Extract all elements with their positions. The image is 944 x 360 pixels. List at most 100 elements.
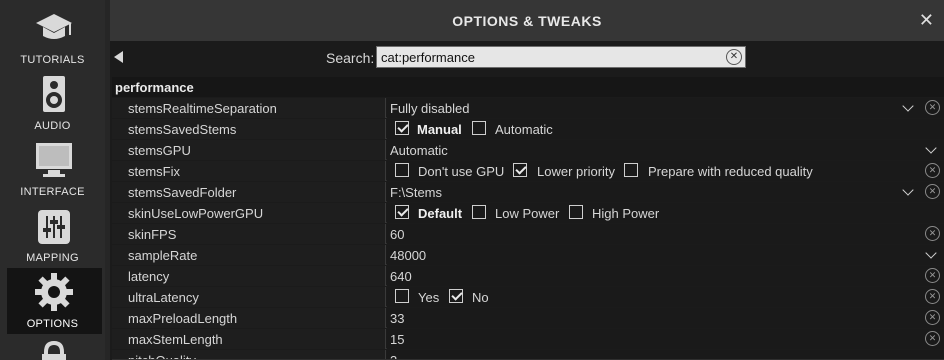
setting-value-cell[interactable]: F:\Stems ✕ [387, 182, 944, 202]
reset-icon[interactable]: ✕ [925, 289, 940, 304]
setting-name: stemsRealtimeSeparation [128, 101, 277, 116]
sidebar-item-interface[interactable]: INTERFACE [0, 136, 105, 200]
chevron-down-icon[interactable] [925, 247, 937, 259]
window-title: OPTIONS & TWEAKS [452, 13, 602, 29]
setting-value: 33 [390, 311, 405, 326]
setting-name-cell: skinUseLowPowerGPU [112, 203, 386, 223]
setting-value: 15 [390, 332, 405, 347]
table-row[interactable]: stemsFix Don't use GPU Lower priority Pr… [112, 161, 944, 181]
sliders-icon [38, 210, 70, 244]
table-row[interactable]: skinUseLowPowerGPU Default Low Power Hig… [112, 203, 944, 223]
setting-name: sampleRate [128, 248, 198, 263]
setting-name-cell: maxPreloadLength [112, 308, 386, 328]
setting-value-cell[interactable]: 60 ✕ [387, 224, 944, 244]
setting-name-cell: stemsFix [112, 161, 386, 181]
table-row[interactable]: ultraLatency Yes No ✕ [112, 287, 944, 307]
search-input[interactable] [381, 49, 711, 65]
reset-icon[interactable]: ✕ [925, 310, 940, 325]
checkbox-label: Yes [418, 290, 440, 305]
setting-value-cell[interactable]: 48000 [387, 245, 944, 265]
checkbox-no[interactable] [449, 289, 463, 303]
setting-value-cell[interactable]: 33 ✕ [387, 308, 944, 328]
options-panel: OPTIONS & TWEAKS ✕ Search: ✕ performance… [110, 0, 944, 360]
checkbox-reduced-quality[interactable] [624, 163, 638, 177]
setting-name-cell: maxStemLength [112, 329, 386, 349]
setting-value-cell[interactable]: 3 [387, 350, 944, 359]
table-row[interactable]: stemsSavedStems Manual Automatic [112, 119, 944, 139]
reset-icon[interactable]: ✕ [925, 163, 940, 178]
chevron-down-icon[interactable] [902, 184, 914, 196]
speaker-icon [43, 76, 65, 112]
setting-value: 3 [390, 353, 397, 359]
sidebar-item-options[interactable]: OPTIONS [7, 268, 102, 334]
setting-value-cell[interactable]: 640 ✕ [387, 266, 944, 286]
checkbox-manual[interactable] [395, 121, 409, 135]
setting-value-cell: Default Low Power High Power [387, 203, 944, 223]
setting-name-cell: stemsSavedFolder [112, 182, 386, 202]
setting-name: stemsGPU [128, 143, 191, 158]
setting-value: Automatic [390, 143, 448, 158]
checkbox-default[interactable] [395, 205, 409, 219]
reset-icon[interactable]: ✕ [925, 331, 940, 346]
sidebar-item-label: MAPPING [26, 252, 79, 264]
table-row[interactable]: maxStemLength 15 ✕ [112, 329, 944, 349]
search-box: ✕ [376, 46, 746, 68]
setting-name: latency [128, 269, 170, 284]
setting-name-cell: stemsRealtimeSeparation [112, 98, 386, 118]
sidebar-item-tutorials[interactable]: TUTORIALS [0, 0, 105, 66]
reset-icon[interactable]: ✕ [925, 100, 940, 115]
back-arrow-icon[interactable] [114, 51, 123, 63]
checkbox-automatic[interactable] [472, 121, 486, 135]
setting-value-cell[interactable]: 15 ✕ [387, 329, 944, 349]
table-row[interactable]: sampleRate 48000 [112, 245, 944, 265]
checkbox-label: Default [418, 206, 463, 221]
gear-icon [35, 273, 73, 311]
sidebar-item-audio[interactable]: AUDIO [0, 70, 105, 134]
checkbox-yes[interactable] [395, 289, 409, 303]
setting-value: 60 [390, 227, 405, 242]
lock-icon [42, 340, 66, 360]
table-row[interactable]: latency 640 ✕ [112, 266, 944, 286]
checkbox-low-power[interactable] [472, 205, 486, 219]
table-row[interactable]: maxPreloadLength 33 ✕ [112, 308, 944, 328]
reset-icon[interactable]: ✕ [925, 226, 940, 241]
table-row[interactable]: stemsSavedFolder F:\Stems ✕ [112, 182, 944, 202]
setting-name: skinFPS [128, 227, 177, 242]
table-row[interactable]: stemsRealtimeSeparation Fully disabled ✕ [112, 98, 944, 118]
setting-value-cell: Don't use GPU Lower priority Prepare wit… [387, 161, 944, 181]
close-icon[interactable]: ✕ [919, 10, 934, 31]
table-row[interactable]: pitchQuality 3 [112, 350, 944, 360]
setting-name-cell: sampleRate [112, 245, 386, 265]
setting-name-cell: stemsGPU [112, 140, 386, 160]
group-name: performance [115, 80, 194, 95]
checkbox-label: Don't use GPU [418, 164, 505, 179]
setting-value-cell[interactable]: Automatic [387, 140, 944, 160]
search-label: Search: [326, 50, 375, 66]
checkbox-label: No [472, 290, 489, 305]
setting-name: stemsFix [128, 164, 180, 179]
setting-name-cell: stemsSavedStems [112, 119, 386, 139]
setting-name-cell: pitchQuality [112, 350, 386, 359]
search-clear-icon[interactable]: ✕ [726, 49, 742, 65]
table-row[interactable]: skinFPS 60 ✕ [112, 224, 944, 244]
chevron-down-icon[interactable] [902, 100, 914, 112]
setting-name: stemsSavedFolder [128, 185, 237, 200]
checkbox-dont-use-gpu[interactable] [395, 163, 409, 177]
sidebar-item-mapping[interactable]: MAPPING [0, 202, 105, 266]
checkbox-label: Automatic [495, 122, 553, 137]
chevron-down-icon[interactable] [925, 142, 937, 154]
table-row[interactable]: stemsGPU Automatic [112, 140, 944, 160]
reset-icon[interactable]: ✕ [925, 184, 940, 199]
setting-value: Fully disabled [390, 101, 470, 116]
checkbox-lower-priority[interactable] [513, 163, 527, 177]
checkbox-label: High Power [592, 206, 660, 221]
sidebar-item-security[interactable] [0, 338, 105, 360]
setting-value-cell[interactable]: Fully disabled ✕ [387, 98, 944, 118]
checkbox-label: Manual [417, 122, 462, 137]
reset-icon[interactable]: ✕ [925, 268, 940, 283]
checkbox-high-power[interactable] [569, 205, 583, 219]
checkbox-label: Low Power [495, 206, 560, 221]
setting-value-cell: Yes No ✕ [387, 287, 944, 307]
setting-value-cell: Manual Automatic [387, 119, 944, 139]
setting-value: 48000 [390, 248, 427, 263]
